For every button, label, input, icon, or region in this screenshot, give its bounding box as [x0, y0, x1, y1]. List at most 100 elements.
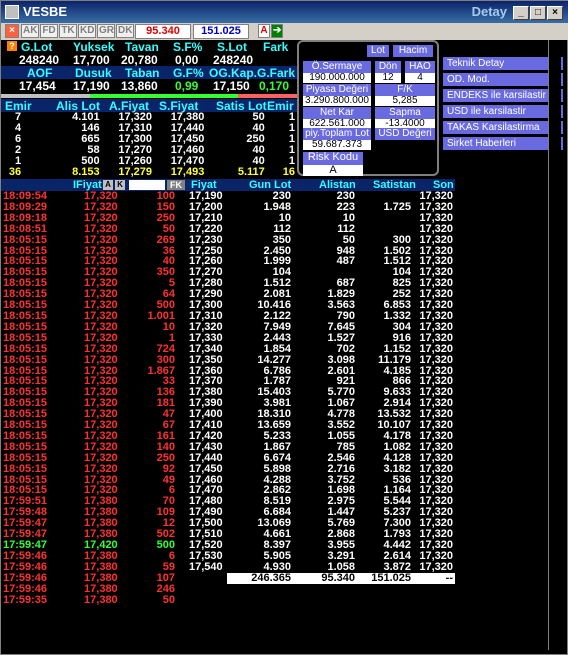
trades-fk-button[interactable]: FK: [167, 180, 185, 190]
tool-fd[interactable]: FD: [40, 24, 58, 38]
depth-cell: 1: [288, 143, 295, 156]
arrow-icon[interactable]: ➔: [271, 24, 283, 38]
trade-row[interactable]: 17:59:46 17,380 107: [1, 572, 177, 584]
distribution-row[interactable]: 17,200 1.948 223 1.725 17,320: [187, 201, 455, 213]
distribution-row[interactable]: 17,310 2.122 790 1.332 17,320: [187, 311, 455, 322]
distribution-total-cell: [187, 572, 227, 584]
distribution-row[interactable]: 17,360 6.786 2.601 4.185 17,320: [187, 365, 455, 377]
tool-gr[interactable]: GR: [97, 24, 115, 38]
app-icon[interactable]: [5, 5, 19, 19]
trade-row[interactable]: 18:05:15 17,320 724: [1, 342, 177, 355]
title-bar[interactable]: VESBE Detay _ □ ×: [1, 1, 568, 23]
trade-price: 17,320: [84, 233, 118, 246]
distribution-row[interactable]: 17,190 230 230 17,320: [187, 191, 455, 202]
trade-row[interactable]: 18:05:15 17,320 92: [1, 463, 177, 475]
hacim-button[interactable]: Hacim: [393, 45, 433, 57]
close-panel-icon[interactable]: ×: [5, 24, 19, 38]
hao-value: 4: [405, 73, 435, 83]
distribution-row[interactable]: 17,230 350 50 300 17,320: [187, 233, 455, 246]
distribution-row[interactable]: 17,390 3.981 1.067 2.914 17,320: [187, 398, 455, 409]
depth-total-cell: 5.117: [237, 165, 265, 178]
link-teknik-detay[interactable]: Teknik Detay: [443, 57, 563, 70]
distribution-row[interactable]: 17,340 1.854 702 1.152 17,320: [187, 343, 455, 355]
link-endeks[interactable]: ENDEKS ile karsilastir: [443, 89, 563, 102]
distribution-row[interactable]: 17,400 18.310 4.778 13.532 17,320: [187, 409, 455, 420]
distribution-row[interactable]: 17,300 10.416 3.563 6.853 17,320: [187, 300, 455, 311]
depth-cell: 2: [15, 143, 22, 156]
distribution-row[interactable]: 17,530 5.905 3.291 2.614 17,320: [187, 550, 455, 562]
distribution-row[interactable]: 17,490 6.684 1.447 5.237 17,320: [187, 507, 455, 518]
hdr-gf: G.F%: [173, 66, 204, 80]
dist-alistan: 50: [342, 233, 355, 246]
distribution-row[interactable]: 17,250 2.450 948 1.502 17,320: [187, 245, 455, 257]
link-usd[interactable]: USD ile karsilastir: [443, 105, 563, 118]
distribution-row[interactable]: 17,510 4.661 2.868 1.793 17,320: [187, 529, 455, 540]
distribution-row[interactable]: 17,420 5.233 1.055 4.178 17,320: [187, 430, 455, 442]
val-tavan: 20,780: [121, 53, 158, 67]
dist-satistan: [357, 224, 413, 235]
link-sirket-haberleri[interactable]: Sirket Haberleri: [443, 137, 563, 150]
distribution-row[interactable]: 17,480 8.519 2.975 5.544 17,320: [187, 496, 455, 507]
distribution-total-cell: 95.340: [293, 572, 357, 584]
tool-tk[interactable]: TK: [59, 24, 77, 38]
minimize-icon[interactable]: _: [513, 6, 529, 20]
distribution-row[interactable]: 17,270 104 104 17,320: [187, 267, 455, 278]
depth-row[interactable]: 1 500 17,260 17,470 40 1: [1, 155, 297, 167]
info-panel: Lot Hacim Ö.Sermaye 190.000.000 Dön 12 H…: [297, 40, 439, 176]
distribution-row[interactable]: 17,290 2.081 1.829 252 17,320: [187, 289, 455, 300]
trade-lot: 246: [156, 582, 175, 595]
distribution-row[interactable]: 17,380 15.403 5.770 9.633 17,320: [187, 387, 455, 398]
trade-row[interactable]: 17:59:46 17,380 246: [1, 582, 177, 595]
distribution-row[interactable]: 17,450 5.898 2.716 3.182 17,320: [187, 463, 455, 475]
dist-satistan: 300: [392, 233, 411, 246]
trade-row[interactable]: 17:59:35 17,380 50: [1, 594, 177, 606]
depth-table: 7 4.101 17,320 17,380 50 1 4 146 17,310 17,440 40 1…: [1, 112, 297, 177]
distribution-row[interactable]: 17,260 1.999 487 1.512 17,320: [187, 256, 455, 267]
link-takas[interactable]: TAKAS Karsilastirma: [443, 121, 563, 134]
link-od-mod[interactable]: OD. Mod.: [443, 73, 563, 86]
trade-row[interactable]: 18:05:15 17,320 300: [1, 354, 177, 366]
risk-kodu-value: A: [303, 165, 363, 176]
trade-row[interactable]: 18:08:51 17,320 50: [1, 223, 177, 235]
trade-time: 18:05:15: [3, 233, 48, 246]
distribution-row[interactable]: 17,470 2.862 1.698 1.164 17,320: [187, 485, 455, 496]
distribution-row[interactable]: 17,460 4.288 3.752 536 17,320: [187, 474, 455, 486]
tool-kd[interactable]: KD: [78, 24, 96, 38]
distribution-row[interactable]: 17,320 7.949 7.645 304 17,320: [187, 321, 455, 333]
window-right-title: Detay: [471, 4, 507, 19]
maximize-icon[interactable]: □: [530, 6, 546, 20]
distribution-row[interactable]: 17,520 8.397 3.955 4.442 17,320: [187, 540, 455, 551]
trade-row[interactable]: 18:05:15 17,320 269: [1, 233, 177, 246]
dist-fiyat: 17,540: [189, 560, 223, 573]
distribution-row[interactable]: 17,280 1.512 687 825 17,320: [187, 278, 455, 289]
usd-degeri-button[interactable]: USD Değeri: [375, 128, 435, 140]
tool-dk[interactable]: DK: [116, 24, 134, 38]
lot-button[interactable]: Lot: [367, 45, 389, 57]
distribution-row[interactable]: 17,370 1.787 921 866 17,320: [187, 376, 455, 387]
vertical-scrollbar[interactable]: [548, 40, 561, 650]
mode-a-button[interactable]: A: [258, 24, 270, 38]
info-icon[interactable]: ?: [7, 41, 17, 51]
distribution-row[interactable]: 17,500 13.069 5.769 7.300 17,320: [187, 518, 455, 529]
trades-k-button[interactable]: K: [115, 180, 125, 190]
depth-total-cell: 36: [8, 165, 22, 178]
depth-cell: 17,460: [170, 143, 205, 156]
trades-filter-input[interactable]: [129, 180, 165, 190]
trade-price: 17,380: [84, 582, 118, 595]
sermaye-value: 190.000.000: [303, 73, 371, 83]
distribution-row[interactable]: 17,350 14.277 3.098 11.179 17,320: [187, 354, 455, 366]
trade-price: 17,320: [84, 342, 118, 355]
distribution-row[interactable]: 17,220 112 112 17,320: [187, 223, 455, 235]
val-slot: 248240: [213, 53, 254, 67]
trades-a-button[interactable]: A: [103, 180, 113, 190]
depth-total-cell: 17,493: [170, 165, 205, 178]
depth-row[interactable]: 2 58 17,270 17,460 40 1: [1, 143, 297, 156]
distribution-row[interactable]: 17,410 13.659 3.552 10.107 17,320: [187, 420, 455, 431]
distribution-row[interactable]: 17,330 2.443 1.527 916 17,320: [187, 332, 455, 344]
distribution-row[interactable]: 17,440 6.674 2.546 4.128 17,320: [187, 452, 455, 464]
hdr-taban: Taban: [125, 66, 160, 80]
distribution-row[interactable]: 17,430 1.867 785 1.082 17,320: [187, 441, 455, 453]
distribution-row[interactable]: 17,210 10 10 17,320: [187, 212, 455, 224]
close-icon[interactable]: ×: [547, 6, 563, 20]
tool-ak[interactable]: AK: [21, 24, 39, 38]
